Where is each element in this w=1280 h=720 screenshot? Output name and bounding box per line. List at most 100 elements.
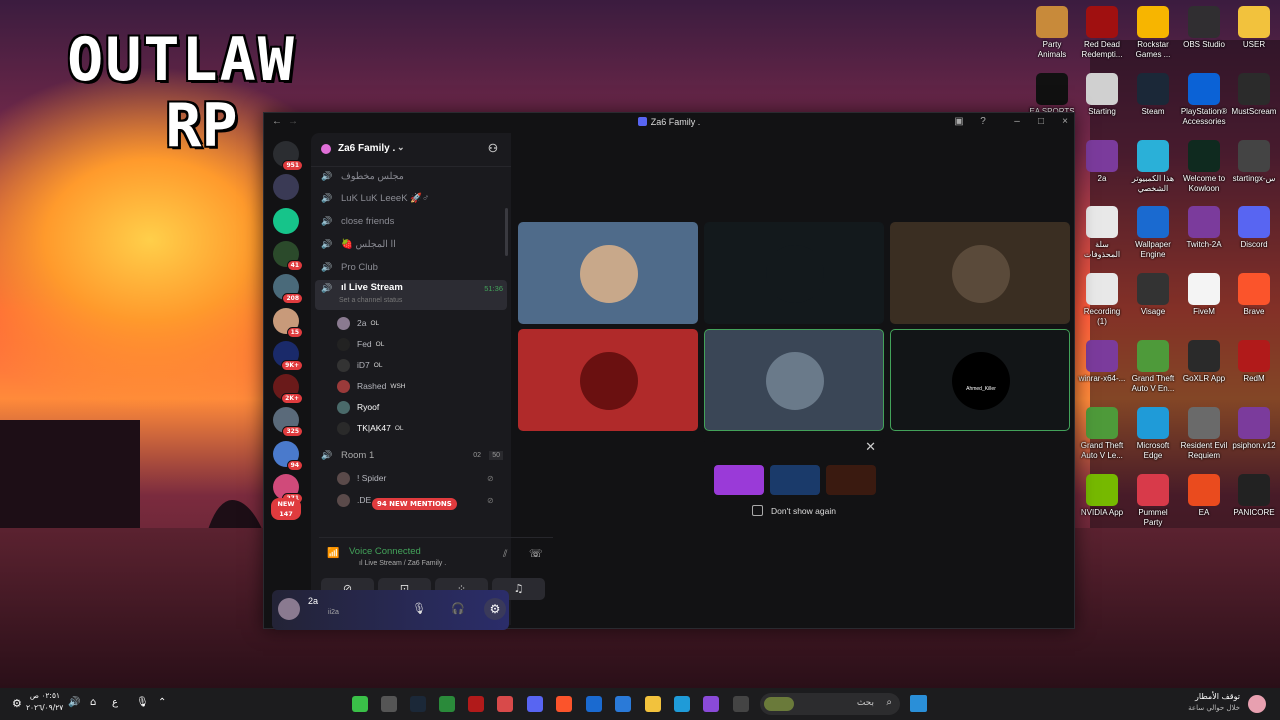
desktop-icon[interactable]: FiveM bbox=[1180, 273, 1228, 317]
desktop-icon[interactable]: PANICORE bbox=[1230, 473, 1278, 518]
server-icon[interactable]: 41 bbox=[273, 240, 303, 271]
channel-item[interactable]: 🔊 Pro Club bbox=[315, 258, 507, 276]
desktop-icon[interactable]: Resident Evil Requiem bbox=[1180, 406, 1228, 461]
voice-user[interactable]: iD7 OL bbox=[337, 356, 382, 374]
channel-room1[interactable]: 🔊 Room 1 02 50 bbox=[315, 446, 507, 464]
fivem-icon[interactable] bbox=[497, 696, 513, 712]
desktop-icon[interactable]: winrar-x64-... bbox=[1078, 340, 1126, 384]
new-mentions-pill[interactable]: 94 NEW MENTIONS bbox=[372, 498, 457, 510]
activity-card[interactable] bbox=[826, 465, 876, 495]
store-icon[interactable] bbox=[615, 696, 631, 712]
desktop-icon[interactable]: Microsoft Edge bbox=[1129, 406, 1177, 461]
mic-tray-icon[interactable]: 🎙 bbox=[136, 697, 149, 708]
discord-icon[interactable] bbox=[527, 696, 543, 712]
noise-suppression-icon[interactable]: ⫽ bbox=[503, 549, 507, 560]
minimize-icon[interactable]: – bbox=[1010, 116, 1024, 130]
xbox-icon[interactable] bbox=[439, 696, 455, 712]
chrome-colorful-icon[interactable] bbox=[352, 696, 368, 712]
file-explorer-icon[interactable] bbox=[645, 696, 661, 712]
desktop-icon[interactable]: 2a bbox=[1078, 139, 1126, 184]
video-tile[interactable] bbox=[704, 222, 884, 324]
avatar[interactable] bbox=[278, 598, 300, 620]
terminal-icon[interactable] bbox=[733, 696, 749, 712]
video-tile[interactable] bbox=[890, 222, 1070, 324]
voice-user[interactable]: 2a OL bbox=[337, 314, 379, 332]
settings-icon[interactable]: ⚙ bbox=[12, 697, 22, 710]
desktop-icon[interactable]: Rockstar Games ... bbox=[1129, 6, 1177, 60]
weather-subtitle[interactable]: خلال حوالي ساعة bbox=[1100, 704, 1240, 712]
add-member-icon[interactable]: ⚇ bbox=[488, 142, 498, 155]
server-icon[interactable] bbox=[273, 207, 299, 234]
server-icon[interactable] bbox=[273, 174, 299, 201]
channel-item[interactable]: 🔊 🍓 اا المجلس bbox=[315, 235, 507, 253]
desktop-icon[interactable]: MustScream bbox=[1230, 72, 1278, 117]
desktop-icon[interactable]: NVIDIA App bbox=[1078, 473, 1126, 518]
desktop-icon[interactable]: Pummel Party bbox=[1129, 473, 1177, 528]
desktop-icon[interactable]: Brave bbox=[1230, 273, 1278, 317]
obs-icon[interactable] bbox=[381, 696, 397, 712]
steam-icon[interactable] bbox=[410, 696, 426, 712]
channel-status[interactable]: Set a channel status bbox=[339, 297, 402, 304]
activity-card[interactable] bbox=[714, 465, 764, 495]
desktop-icon[interactable]: EA bbox=[1180, 473, 1228, 518]
desktop-icon[interactable]: سلة المحذوفات bbox=[1078, 206, 1126, 260]
desktop-icon[interactable]: Starting bbox=[1078, 72, 1126, 117]
desktop-icon[interactable]: startingx-س bbox=[1230, 139, 1278, 184]
disconnect-icon[interactable]: ☏ bbox=[529, 547, 543, 560]
windows-start-icon[interactable] bbox=[910, 695, 927, 712]
desktop-icon[interactable]: Grand Theft Auto V Le... bbox=[1078, 406, 1126, 461]
weather-icon[interactable] bbox=[1248, 695, 1266, 713]
discord-home-icon[interactable]: 951 bbox=[273, 141, 303, 171]
microphone-icon[interactable]: 🎙 bbox=[412, 602, 426, 615]
channel-item[interactable]: 🔊 close friends bbox=[315, 213, 507, 231]
new-unreads-pill[interactable]: NEW 147 bbox=[271, 498, 301, 520]
brave-icon[interactable] bbox=[556, 696, 572, 712]
channel-item[interactable]: 🔊 مجلس مخطوف bbox=[315, 167, 507, 185]
desktop-icon[interactable]: RedM bbox=[1230, 340, 1278, 384]
language-indicator[interactable]: ع bbox=[112, 697, 118, 708]
video-tile[interactable] bbox=[518, 329, 698, 431]
search-box[interactable]: بحث ⌕ bbox=[760, 693, 900, 715]
maximize-icon[interactable]: □ bbox=[1034, 116, 1048, 130]
activity-card[interactable] bbox=[770, 465, 820, 495]
voice-user[interactable]: ! Spider ⊘ bbox=[337, 469, 494, 487]
desktop-icon[interactable]: psiphon.v12 bbox=[1230, 406, 1278, 451]
voice-channel-path[interactable]: ıl Live Stream / Za6 Family . bbox=[359, 560, 446, 567]
desktop-icon[interactable]: Visage bbox=[1129, 273, 1177, 317]
clock-date[interactable]: ٢٠٢٦/٠٩/٢٧ bbox=[26, 703, 63, 712]
server-icon[interactable]: 271 bbox=[273, 474, 303, 504]
server-icon[interactable]: 15 bbox=[273, 307, 303, 338]
channel-item[interactable]: 🔊 LuK LuK LeeeK 🚀♂ bbox=[315, 190, 507, 208]
desktop-icon[interactable]: Wallpaper Engine bbox=[1129, 206, 1177, 260]
dont-show-checkbox[interactable] bbox=[752, 505, 763, 516]
desktop-icon[interactable]: Party Animals bbox=[1028, 6, 1076, 60]
desktop-icon[interactable]: هذا الكمبيوتر الشخصي bbox=[1129, 139, 1177, 194]
help-icon[interactable]: ? bbox=[976, 116, 990, 130]
network-icon[interactable]: ⌂ bbox=[90, 697, 96, 708]
headphones-icon[interactable]: 🎧 bbox=[451, 602, 465, 615]
desktop-icon[interactable]: Steam bbox=[1129, 72, 1177, 117]
server-header[interactable]: Za6 Family . ⌄ ⚇ bbox=[311, 133, 511, 167]
desktop-icon[interactable]: USER bbox=[1230, 6, 1278, 50]
outlook-icon[interactable] bbox=[586, 696, 602, 712]
server-icon[interactable]: 9K+ bbox=[273, 340, 303, 371]
desktop-icon[interactable]: Welcome to Kowloon bbox=[1180, 139, 1228, 194]
desktop-icon[interactable]: PlayStation® Accessories bbox=[1180, 72, 1228, 127]
desktop-icon[interactable]: Recording (1) bbox=[1078, 273, 1126, 327]
redm-icon[interactable] bbox=[468, 696, 484, 712]
edge-icon[interactable] bbox=[674, 696, 690, 712]
chevron-up-icon[interactable]: ⌃ bbox=[158, 697, 166, 708]
video-tile[interactable] bbox=[518, 222, 698, 324]
close-icon[interactable]: ✕ bbox=[865, 440, 876, 455]
signal-icon[interactable]: 📶 bbox=[327, 548, 339, 559]
desktop-icon[interactable]: Grand Theft Auto V En... bbox=[1129, 340, 1177, 394]
voice-user[interactable]: TK|AK47 OL bbox=[337, 419, 404, 437]
desktop-icon[interactable]: Twitch-2A bbox=[1180, 206, 1228, 250]
weather-title[interactable]: توقف الأمطار bbox=[1100, 692, 1240, 701]
server-icon[interactable]: 325 bbox=[273, 407, 303, 438]
desktop-icon[interactable]: Discord bbox=[1230, 206, 1278, 250]
server-icon[interactable]: 2K+ bbox=[273, 374, 303, 405]
desktop-icon[interactable]: GoXLR App bbox=[1180, 340, 1228, 384]
voice-user[interactable]: .DE ⊘ bbox=[337, 491, 494, 509]
voice-user[interactable]: Ryoof bbox=[337, 398, 379, 416]
